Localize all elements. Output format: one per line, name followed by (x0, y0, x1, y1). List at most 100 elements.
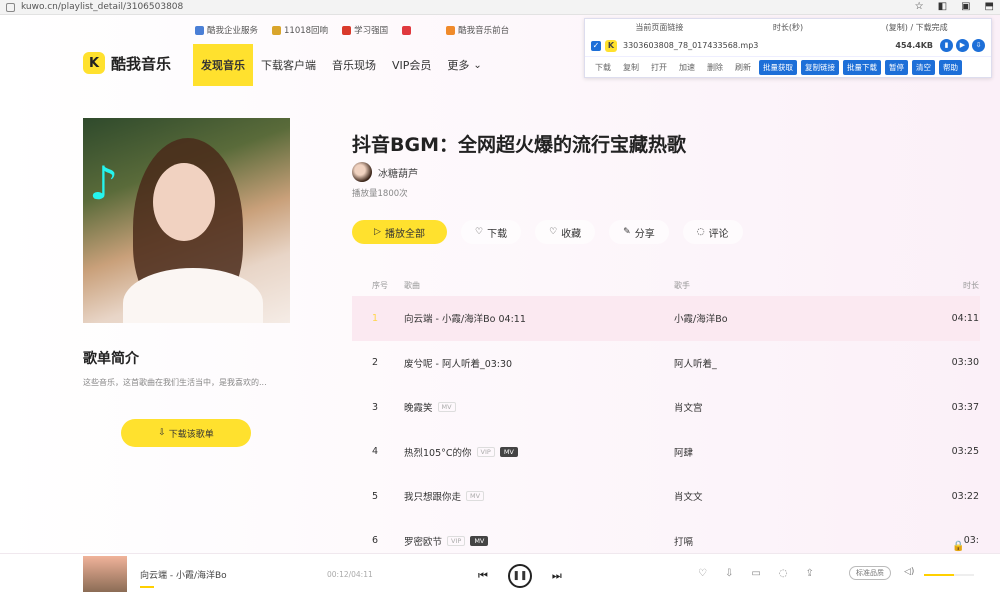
song-title-cell: 向云端 - 小霞/海洋Bo 04:11 (404, 311, 674, 325)
shield-icon[interactable]: ▣ (961, 1, 970, 12)
author-name: 冰糖葫芦 (378, 168, 418, 180)
download-file-row[interactable]: ✓ K 3303603808_78_017433568.mp3 454.4KB … (585, 35, 991, 57)
mv-badge[interactable]: MV (470, 535, 489, 546)
like-icon[interactable]: ♡ (698, 568, 707, 579)
link-icon (272, 25, 282, 35)
play-all-button[interactable]: ▷ 播放全部 (352, 220, 447, 244)
action-download[interactable]: 下载 (591, 62, 615, 73)
copy-icon[interactable]: ▮ (940, 39, 953, 52)
top-link-1[interactable]: 11018回响 (272, 24, 328, 36)
song-artist[interactable]: 阿人听着_ (674, 356, 929, 370)
playlist-actions: ▷ 播放全部 ♡ 下载 ♡ 收藏 ✎ 分享 ◌ 评论 (352, 220, 743, 244)
song-title[interactable]: 我只想跟你走 (404, 489, 461, 503)
checkbox-icon[interactable]: ✓ (591, 40, 601, 51)
action-delete[interactable]: 删除 (703, 62, 727, 73)
download-icon[interactable]: ⇩ (972, 39, 985, 52)
song-title[interactable]: 罗密欧节 (404, 534, 442, 548)
lock-icon[interactable]: 🔒 (952, 541, 964, 552)
site-icon (6, 2, 15, 12)
vip-badge[interactable]: VIP (447, 535, 466, 546)
song-artist[interactable]: 小霞/海洋Bo (674, 311, 929, 325)
download-file-name: 3303603808_78_017433568.mp3 (623, 41, 759, 50)
table-row[interactable]: 5 我只想跟你走 MV 肖文文 03:22 (352, 474, 980, 519)
batch-download-button[interactable]: 批量下载 (843, 59, 881, 75)
nav-more[interactable]: 更多 (439, 44, 489, 86)
vip-badge[interactable]: VIP (476, 446, 495, 457)
volume-slider[interactable] (924, 574, 974, 576)
now-playing-title[interactable]: 向云端 - 小霞/海洋Bo (140, 568, 227, 581)
help-button[interactable]: 帮助 (939, 59, 962, 75)
share-icon[interactable]: ⇪ (806, 568, 814, 579)
download-button[interactable]: ♡ 下载 (461, 220, 522, 244)
song-duration: 03:37 (951, 401, 979, 413)
collect-button[interactable]: ♡ 收藏 (535, 220, 596, 244)
song-number: 6 (372, 535, 379, 547)
next-icon[interactable]: ⏭ (552, 569, 562, 583)
top-links: 酷我企业服务 11018回响 学习强国 酷我音乐前台 (195, 24, 509, 36)
clear-button[interactable]: 清空 (912, 59, 935, 75)
intro-text: 这些音乐，这首歌曲在我们生活当中，是我喜欢的... (83, 378, 267, 387)
heart-download-icon: ♡ (475, 227, 484, 237)
download-icon[interactable]: ⇩ (725, 568, 733, 579)
quality-selector[interactable]: 标准品质 (849, 566, 891, 580)
mv-badge[interactable]: MV (499, 446, 518, 457)
download-panel-actions: 下载 复制 打开 加速 删除 刷新 批量获取 复制链接 批量下载 暂停 清空 帮… (585, 57, 991, 77)
player-controls: ⏮ ❚❚ ⏭ (478, 564, 562, 588)
table-row[interactable]: 3 晚霞笑 MV 肖文宫 03:37 (352, 385, 980, 430)
download-playlist-button[interactable]: ⇩ 下载该歌单 (121, 419, 251, 447)
logo[interactable]: K 酷我音乐 (83, 52, 171, 74)
player-tools: ♡ ⇩ ▭ ◌ ⇪ (698, 568, 814, 579)
song-title[interactable]: 热烈105°C的你 (404, 445, 472, 459)
nav-download-client[interactable]: 下载客户端 (253, 44, 324, 86)
song-title[interactable]: 废兮呢 - 阿人听着_03:30 (404, 356, 512, 370)
share-icon: ✎ (623, 227, 631, 237)
song-artist[interactable]: 肖文宫 (674, 400, 929, 414)
top-link-3[interactable] (402, 25, 414, 35)
download-file-size: 454.4KB (895, 41, 933, 50)
action-refresh[interactable]: 刷新 (731, 62, 755, 73)
mv-badge[interactable]: MV (437, 402, 456, 413)
top-link-2[interactable]: 学习强国 (342, 24, 388, 36)
nav-discover[interactable]: 发现音乐 (193, 44, 253, 86)
top-link-4[interactable]: 酷我音乐前台 (446, 24, 509, 36)
link-icon (342, 25, 352, 35)
song-duration: 03:30 (951, 357, 979, 369)
table-row[interactable]: 4 热烈105°C的你 VIP MV 阿肆 03:25 (352, 430, 980, 475)
song-artist[interactable]: 肖文文 (674, 489, 929, 503)
comment-icon[interactable]: ◌ (779, 568, 788, 579)
playback-progress[interactable] (140, 586, 154, 588)
pause-icon[interactable]: ❚❚ (507, 564, 532, 588)
browser-url[interactable]: kuwo.cn/playlist_detail/3106503808 (21, 2, 183, 12)
pin-icon[interactable]: ⬒ (985, 1, 994, 12)
song-title[interactable]: 晚霞笑 (404, 400, 433, 414)
table-row[interactable]: 1 向云端 - 小霞/海洋Bo 04:11 小霞/海洋Bo 04:11 (352, 296, 980, 341)
pause-button[interactable]: 暂停 (885, 59, 908, 75)
copy-link-button[interactable]: 复制链接 (801, 59, 839, 75)
song-title[interactable]: 向云端 - 小霞/海洋Bo 04:11 (404, 311, 526, 325)
comment-button[interactable]: ◌ 评论 (682, 220, 743, 244)
extension-icon[interactable]: ◧ (938, 1, 947, 12)
top-link-0[interactable]: 酷我企业服务 (195, 24, 258, 36)
song-artist[interactable]: 阿肆 (674, 445, 929, 459)
action-speed[interactable]: 加速 (675, 62, 699, 73)
playlist-title: 抖音BGM：全网超火爆的流行宝藏热歌 (352, 134, 686, 156)
song-artist[interactable]: 打嗝 (674, 534, 929, 548)
action-open[interactable]: 打开 (647, 62, 671, 73)
mv-badge[interactable]: MV (466, 491, 485, 502)
action-copy[interactable]: 复制 (619, 62, 643, 73)
nav-live[interactable]: 音乐现场 (324, 44, 384, 86)
mv-icon[interactable]: ▭ (751, 568, 760, 579)
link-icon (446, 25, 456, 35)
table-row[interactable]: 2 废兮呢 - 阿人听着_03:30 阿人听着_ 03:30 (352, 341, 980, 386)
prev-icon[interactable]: ⏮ (478, 569, 488, 583)
play-icon[interactable]: ▶ (956, 39, 969, 52)
playlist-author[interactable]: 冰糖葫芦 (352, 162, 418, 182)
song-number: 5 (372, 490, 379, 502)
volume-icon[interactable]: ◁) (904, 567, 914, 577)
batch-fetch-button[interactable]: 批量获取 (759, 59, 797, 75)
now-playing-thumb[interactable] (83, 556, 127, 592)
star-icon[interactable]: ☆ (915, 1, 924, 12)
share-button[interactable]: ✎ 分享 (609, 220, 669, 244)
song-title-cell: 废兮呢 - 阿人听着_03:30 (404, 356, 674, 370)
nav-vip[interactable]: VIP会员 (384, 44, 439, 86)
